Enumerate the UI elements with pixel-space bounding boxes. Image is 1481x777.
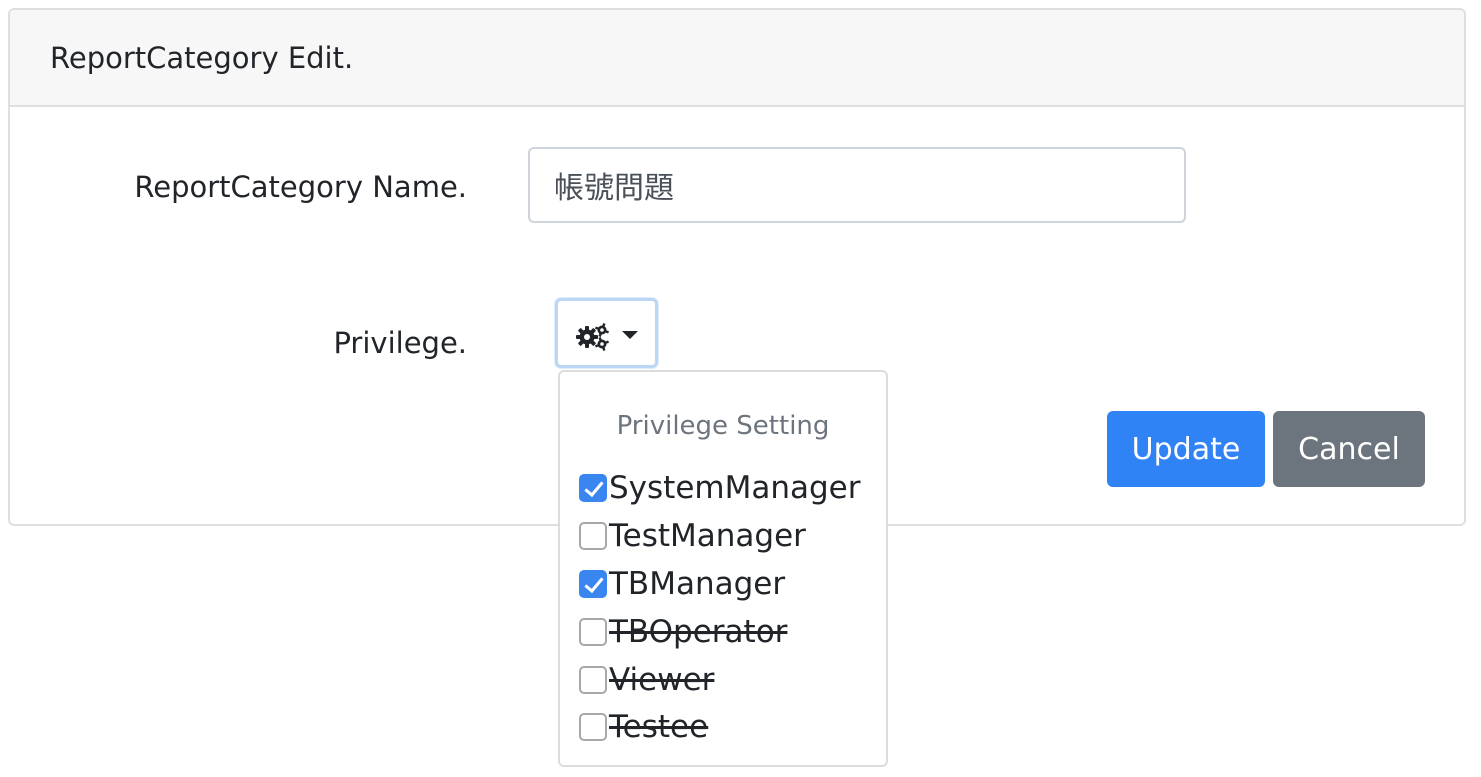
cancel-button[interactable]: Cancel <box>1273 411 1425 487</box>
privilege-option-label: TBOperator <box>609 614 788 650</box>
privilege-dropdown-toggle[interactable] <box>555 298 658 368</box>
update-button[interactable]: Update <box>1107 411 1265 487</box>
checkbox-unchecked[interactable] <box>579 522 607 550</box>
gears-icon <box>576 323 609 351</box>
privilege-option-label: Viewer <box>609 662 715 698</box>
report-category-name-input[interactable] <box>528 147 1186 223</box>
privilege-label: Privilege. <box>333 326 467 360</box>
privilege-option-systemmanager[interactable]: SystemManager <box>579 468 860 508</box>
card-header: ReportCategory Edit. <box>10 10 1464 107</box>
privilege-option-label: SystemManager <box>609 470 861 506</box>
privilege-dropdown-menu: Privilege Setting SystemManager TestMana… <box>558 370 888 767</box>
checkbox-checked[interactable] <box>579 570 607 598</box>
checkbox-checked[interactable] <box>579 474 607 502</box>
checkbox-unchecked[interactable] <box>579 666 607 694</box>
checkbox-unchecked[interactable] <box>579 713 607 741</box>
privilege-option-label: TestManager <box>609 518 806 554</box>
card-title: ReportCategory Edit. <box>50 41 354 75</box>
privilege-option-label: TBManager <box>609 566 786 602</box>
privilege-option-tbmanager[interactable]: TBManager <box>579 564 785 604</box>
name-label: ReportCategory Name. <box>134 170 467 204</box>
caret-down-icon <box>622 331 638 339</box>
privilege-option-testmanager[interactable]: TestManager <box>579 516 806 556</box>
privilege-option-viewer[interactable]: Viewer <box>579 660 714 700</box>
privilege-option-testee[interactable]: Testee <box>579 707 708 747</box>
privilege-option-tboperator[interactable]: TBOperator <box>579 612 787 652</box>
privilege-option-label: Testee <box>609 709 709 745</box>
checkbox-unchecked[interactable] <box>579 618 607 646</box>
dropdown-header: Privilege Setting <box>616 411 830 441</box>
